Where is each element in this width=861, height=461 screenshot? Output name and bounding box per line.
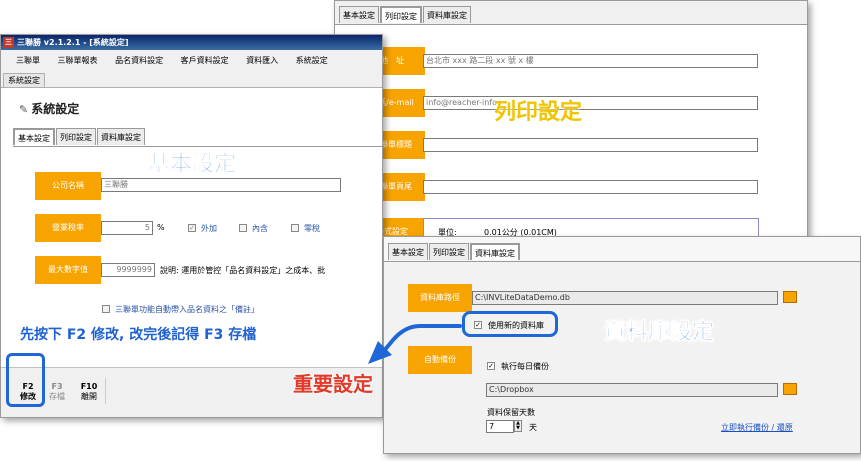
basic-settings-annotation: 基本設定: [148, 152, 237, 178]
keep-days-unit: 天: [529, 423, 537, 432]
tax-add-checkbox[interactable]: ✓: [188, 224, 196, 232]
daily-backup-checkbox[interactable]: ✓: [487, 362, 495, 370]
db-path-browse-button[interactable]: [783, 291, 797, 303]
db-path-label: 資料庫路徑: [408, 284, 472, 312]
f10-label: 離開: [81, 392, 97, 401]
tab-basic[interactable]: 基本設定: [13, 128, 55, 145]
database-settings-annotation: 資料庫設定: [604, 320, 715, 346]
title-bar: 三 三聯勝 v2.1.2.1 - [系統設定]: [1, 35, 382, 50]
max-number-description: 說明: 運用於管控「品名資料設定」之成本、批: [160, 266, 326, 275]
pencil-icon: ✎: [19, 103, 29, 116]
backup-path-browse-button[interactable]: [783, 383, 797, 395]
document-tab[interactable]: 系統設定: [3, 73, 45, 87]
app-icon: 三: [3, 37, 14, 48]
menu-item-invoice-report[interactable]: 三聯單報表: [58, 50, 98, 72]
menu-item-data-import[interactable]: 資料匯入: [246, 50, 278, 72]
auto-note-checkbox[interactable]: [102, 305, 110, 313]
menu-item-product-settings[interactable]: 品名資料設定: [115, 50, 163, 72]
tax-add-label: 外加: [201, 224, 217, 233]
use-new-db-highlight-box: [462, 311, 558, 337]
page-title-text: 系統設定: [31, 102, 80, 116]
f10-exit-button[interactable]: F10 離開: [75, 382, 103, 402]
tax-zero-label: 零稅: [304, 224, 320, 233]
database-pane: 資料庫路徑 C:\INVLiteDataDemo.db ✓ 使用新的資料庫 自動…: [384, 261, 860, 453]
important-settings-annotation: 重要設定: [293, 372, 373, 396]
window-title: 三聯勝 v2.1.2.1 - [系統設定]: [17, 38, 129, 47]
company-name-input[interactable]: 三聯勝: [101, 178, 341, 192]
menu-item-system-settings[interactable]: 系統設定: [296, 50, 328, 72]
daily-backup-label: 執行每日備份: [501, 362, 549, 371]
print-settings-annotation: 列印設定: [494, 100, 583, 125]
tab-database[interactable]: 資料庫設定: [423, 6, 471, 23]
tab-basic[interactable]: 基本設定: [388, 243, 428, 260]
max-number-label: 最大數字值: [35, 256, 101, 284]
tab-database[interactable]: 資料庫設定: [470, 243, 520, 260]
keep-days-input[interactable]: 7: [486, 420, 514, 433]
f3-label: 存檔: [49, 392, 65, 401]
auto-note-label: 三聯單功能自動帶入品名資料之「備註」: [115, 305, 259, 314]
f3-key: F3: [51, 382, 63, 391]
main-window: 三 三聯勝 v2.1.2.1 - [系統設定] 三聯單 三聯單報表 品名資料設定…: [0, 34, 383, 418]
f2-highlight-box: [6, 353, 45, 407]
tax-unit: %: [157, 223, 165, 232]
tax-include-checkbox[interactable]: [239, 224, 247, 232]
auto-backup-label: 自動備份: [408, 346, 472, 374]
tax-rate-input[interactable]: 5: [101, 221, 153, 235]
f3-save-button[interactable]: F3 存檔: [44, 382, 70, 402]
menu-item-invoice[interactable]: 三聯單: [16, 50, 40, 72]
keep-days-label: 資料保留天數: [487, 408, 535, 417]
tax-rate-label: 營業稅率: [35, 214, 101, 242]
f10-key: F10: [80, 382, 98, 391]
backup-now-link[interactable]: 立即執行備份 / 還原: [721, 422, 793, 433]
page-title: ✎ 系統設定: [19, 100, 79, 117]
db-tabs: 基本設定 列印設定 資料庫設定: [388, 243, 521, 260]
print-tabs: 基本設定 列印設定 資料庫設定: [339, 6, 472, 23]
separator: [105, 378, 106, 404]
footer-input[interactable]: [423, 180, 758, 194]
company-name-label: 公司名稱: [35, 172, 101, 200]
menu-bar: 三聯單 三聯單報表 品名資料設定 客戶資料設定 資料匯入 系統設定: [1, 50, 382, 72]
address-input[interactable]: 台北市 xxx 路二段 xx 號 x 樓: [423, 54, 758, 68]
menu-item-customer-settings[interactable]: 客戶資料設定: [181, 50, 229, 72]
tab-basic[interactable]: 基本設定: [339, 6, 379, 23]
tax-include-label: 內含: [252, 224, 268, 233]
keep-days-spinner[interactable]: ▲ ▼: [514, 420, 522, 432]
db-path-input[interactable]: C:\INVLiteDataDemo.db: [472, 291, 778, 305]
backup-path-input[interactable]: C:\Dropbox: [486, 383, 778, 397]
tab-database[interactable]: 資料庫設定: [97, 128, 145, 145]
tab-print[interactable]: 列印設定: [56, 128, 96, 145]
tab-print[interactable]: 列印設定: [429, 243, 469, 260]
tax-zero-checkbox[interactable]: [291, 224, 299, 232]
header-input[interactable]: [423, 138, 758, 152]
phone-input[interactable]: info@reacher-info: [423, 96, 758, 110]
instruction-note: 先按下 F2 修改, 改完後記得 F3 存檔: [20, 327, 257, 343]
tab-print[interactable]: 列印設定: [380, 6, 422, 23]
max-number-input[interactable]: 9999999: [101, 263, 155, 277]
main-tabs: 基本設定 列印設定 資料庫設定: [13, 128, 146, 145]
